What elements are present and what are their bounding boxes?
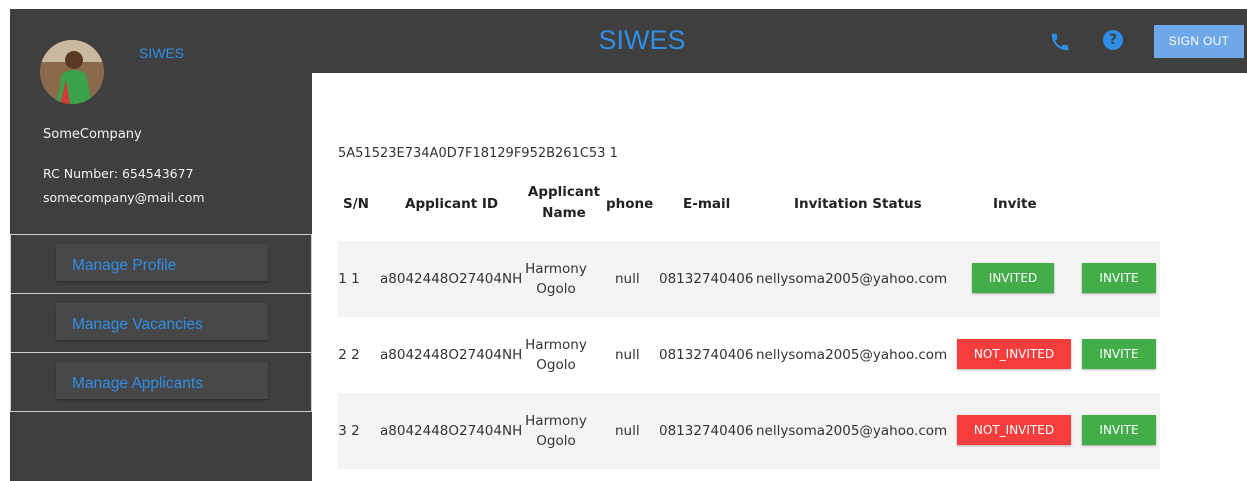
cell-phone: null (615, 423, 640, 439)
cell-phone-number: 08132740406 (659, 423, 754, 439)
cell-applicant-id: a8042448O27404NH (380, 347, 523, 363)
invite-button[interactable]: INVITE (1082, 415, 1156, 445)
help-icon[interactable]: ? (1103, 30, 1123, 50)
cell-sn: 1 1 (338, 271, 360, 287)
sidebar: SIWES SomeCompany RC Number: 654543677 s… (10, 9, 312, 481)
cell-name-last: Ogolo (536, 433, 576, 449)
header: SIWES ? SIGN OUT (312, 9, 1247, 73)
manage-profile-button[interactable]: Manage Profile (56, 244, 268, 281)
status-badge[interactable]: NOT_INVITED (957, 415, 1071, 445)
manage-vacancies-button[interactable]: Manage Vacancies (56, 303, 268, 340)
cell-sn: 2 2 (338, 347, 360, 363)
app-title: SIWES (598, 25, 686, 55)
avatar[interactable] (40, 40, 104, 104)
table-row: 1 1 a8042448O27404NH Harmony Ogolo null … (338, 241, 1160, 317)
cell-email: nellysoma2005@yahoo.com (756, 423, 948, 439)
cell-email: nellysoma2005@yahoo.com (756, 347, 948, 363)
column-header-invitation-status: Invitation Status (794, 196, 922, 212)
cell-applicant-id: a8042448O27404NH (380, 271, 523, 287)
table-row: 2 2 a8042448O27404NH Harmony Ogolo null … (338, 317, 1160, 393)
cell-name-first: Harmony (525, 413, 587, 429)
column-header-invite: Invite (993, 196, 1037, 212)
column-header-sn: S/N (343, 196, 369, 212)
cell-email: nellysoma2005@yahoo.com (756, 271, 948, 287)
sign-out-button[interactable]: SIGN OUT (1154, 25, 1244, 58)
company-name: SomeCompany (43, 127, 142, 142)
cell-name-first: Harmony (525, 337, 587, 353)
column-header-applicant-id: Applicant ID (405, 196, 499, 212)
company-email: somecompany@mail.com (43, 190, 205, 205)
sidebar-brand[interactable]: SIWES (139, 45, 184, 61)
cell-phone: null (615, 347, 640, 363)
sidebar-item-manage-applicants: Manage Applicants (10, 352, 312, 412)
cell-phone-number: 08132740406 (659, 347, 754, 363)
cell-phone: null (615, 271, 640, 287)
status-badge[interactable]: INVITED (972, 263, 1054, 293)
cell-applicant-id: a8042448O27404NH (380, 423, 523, 439)
cell-phone-number: 08132740406 (659, 271, 754, 287)
table-row: 3 2 a8042448O27404NH Harmony Ogolo null … (338, 393, 1160, 469)
cell-name-last: Ogolo (536, 281, 576, 297)
sidebar-item-manage-profile: Manage Profile (10, 234, 312, 293)
manage-applicants-button[interactable]: Manage Applicants (56, 362, 268, 399)
invite-button[interactable]: INVITE (1082, 339, 1156, 369)
applicant-code: 5A51523E734A0D7F18129F952B261C53 1 (338, 146, 618, 161)
rc-number: RC Number: 654543677 (43, 166, 194, 181)
column-header-phone: phone (606, 196, 654, 212)
page: SIWES SomeCompany RC Number: 654543677 s… (0, 0, 1247, 481)
cell-name-first: Harmony (525, 261, 587, 277)
column-header-email: E-mail (683, 196, 731, 212)
phone-icon[interactable] (1049, 31, 1071, 53)
cell-sn: 3 2 (338, 423, 360, 439)
status-badge[interactable]: NOT_INVITED (957, 339, 1071, 369)
avatar-image (40, 40, 104, 104)
column-header-applicant-name: Applicant Name (527, 184, 601, 221)
invite-button[interactable]: INVITE (1082, 263, 1156, 293)
sidebar-item-manage-vacancies: Manage Vacancies (10, 293, 312, 352)
cell-name-last: Ogolo (536, 357, 576, 373)
